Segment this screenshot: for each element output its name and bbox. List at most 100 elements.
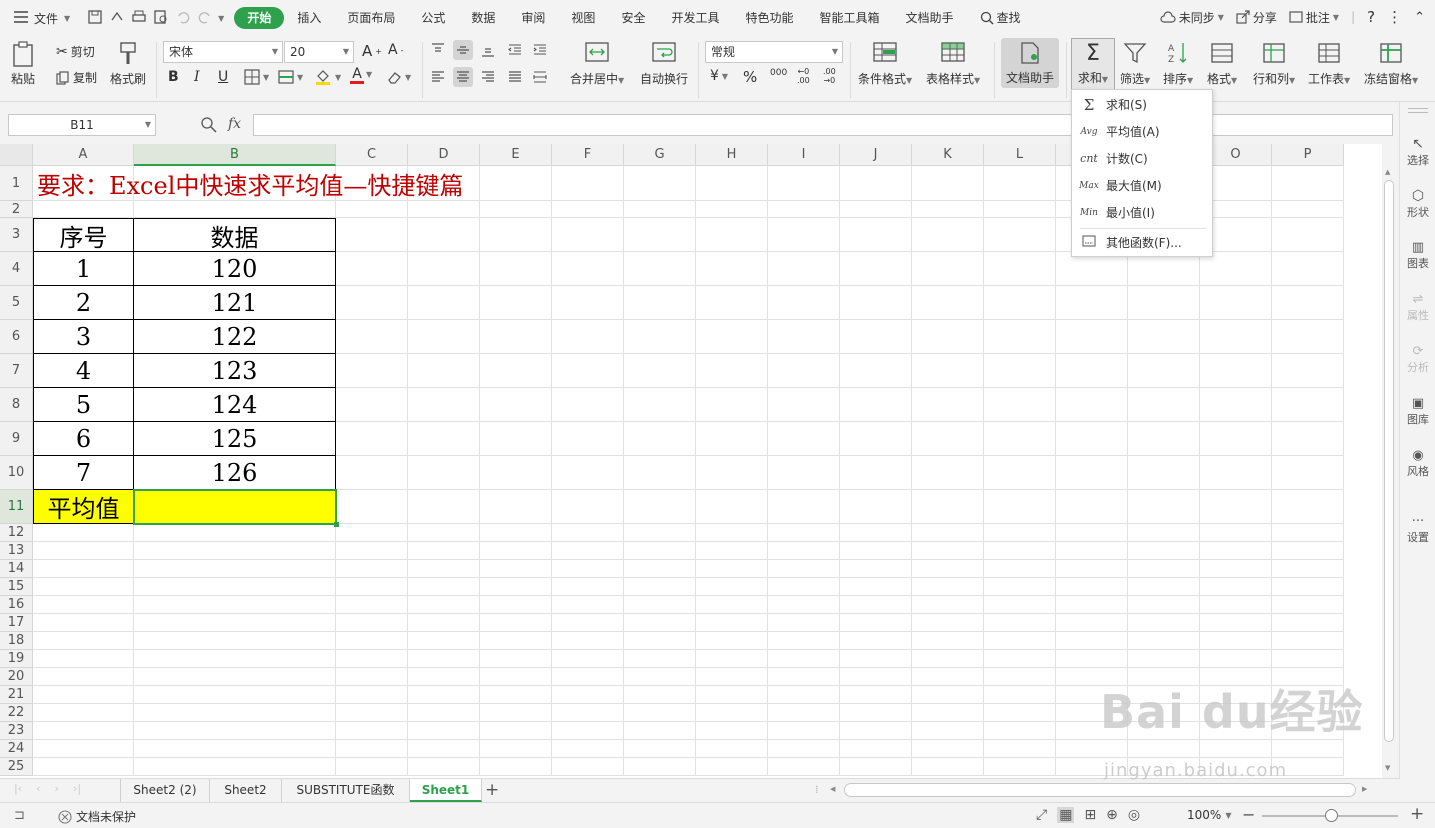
tab-features[interactable]: 特色功能 xyxy=(732,7,806,29)
sheet-tab-substitute[interactable]: SUBSTITUTE函数 xyxy=(282,779,410,802)
align-center-icon[interactable] xyxy=(453,67,473,87)
format-button[interactable]: 格式▼ xyxy=(1207,40,1237,87)
column-header-d[interactable]: D xyxy=(408,144,480,166)
merge-center-button[interactable]: 合并居中▼ xyxy=(570,40,624,87)
zoom-in-icon[interactable]: + xyxy=(1410,804,1424,824)
side-shape-button[interactable]: ⬡ 形状 xyxy=(1400,188,1435,220)
sync-button[interactable]: 未同步 ▼ xyxy=(1160,9,1224,26)
copy-button[interactable]: 复制 xyxy=(56,69,97,86)
first-sheet-icon[interactable]: |‹ xyxy=(14,782,22,795)
menu-item-average[interactable]: Avg 平均值(A) xyxy=(1072,118,1212,145)
row-header-10[interactable]: 10 xyxy=(0,456,33,490)
vertical-scroll-thumb[interactable] xyxy=(1384,180,1394,742)
column-header-k[interactable]: K xyxy=(912,144,984,166)
collapse-status-icon[interactable]: ⊐ xyxy=(14,808,25,823)
tab-review[interactable]: 审阅 xyxy=(508,7,558,29)
side-chart-button[interactable]: ▥ 图表 xyxy=(1400,240,1435,271)
fill-color-icon[interactable]: ▼ xyxy=(314,68,341,86)
row-header-23[interactable]: 23 xyxy=(0,722,33,740)
side-style-button[interactable]: ◉ 风格 xyxy=(1400,448,1435,479)
borders-icon[interactable]: ▼ xyxy=(244,69,269,85)
align-bottom-icon[interactable] xyxy=(480,42,496,58)
font-size-select[interactable]: 20 ▼ xyxy=(284,41,354,63)
row-header-8[interactable]: 8 xyxy=(0,388,33,422)
side-properties-button[interactable]: ⇌ 属性 xyxy=(1400,292,1435,323)
row-header-21[interactable]: 21 xyxy=(0,686,33,704)
zoom-select[interactable]: 100% ▼ xyxy=(1187,808,1231,822)
number-format-select[interactable]: 常规 ▼ xyxy=(705,41,843,63)
tab-splitter[interactable]: ⁞ xyxy=(815,783,819,796)
column-header-h[interactable]: H xyxy=(696,144,768,166)
scroll-left-icon[interactable]: ◀ xyxy=(830,785,835,793)
menu-item-max[interactable]: Max 最大值(M) xyxy=(1072,172,1212,199)
data-cell[interactable]: 126 xyxy=(134,456,336,490)
data-cell[interactable]: 124 xyxy=(134,388,336,422)
bold-icon[interactable]: B xyxy=(168,69,179,85)
column-header-f[interactable]: F xyxy=(552,144,624,166)
increase-decimal-icon[interactable]: ←0.00 xyxy=(797,67,810,85)
doc-assistant-button[interactable]: 文档助手 xyxy=(1001,38,1059,88)
row-header-22[interactable]: 22 xyxy=(0,704,33,722)
seq-cell[interactable]: 7 xyxy=(33,456,134,490)
conditional-format-button[interactable]: 条件格式▼ xyxy=(858,40,912,87)
menu-item-count[interactable]: cnt 计数(C) xyxy=(1072,145,1212,172)
distributed-align-icon[interactable] xyxy=(532,69,548,85)
data-cell[interactable]: 120 xyxy=(134,252,336,286)
save-icon[interactable] xyxy=(86,8,104,29)
row-header-12[interactable]: 12 xyxy=(0,524,33,542)
row-header-19[interactable]: 19 xyxy=(0,650,33,668)
header-cell-seq[interactable]: 序号 xyxy=(33,218,134,252)
decrease-indent-icon[interactable] xyxy=(507,42,523,58)
seq-cell[interactable]: 6 xyxy=(33,422,134,456)
tab-doc-assistant[interactable]: 文档助手 xyxy=(893,7,967,29)
column-header-p[interactable]: P xyxy=(1272,144,1344,166)
sheet-tab-sheet1[interactable]: Sheet1 xyxy=(410,779,482,802)
row-header-15[interactable]: 15 xyxy=(0,578,33,596)
fullscreen-icon[interactable]: ⤢ xyxy=(1036,807,1047,823)
row-header-24[interactable]: 24 xyxy=(0,740,33,758)
page-break-view-icon[interactable]: ⊞ xyxy=(1084,807,1096,823)
row-header-7[interactable]: 7 xyxy=(0,354,33,388)
sheet-tab-sheet2[interactable]: Sheet2 xyxy=(210,779,282,802)
select-all-corner[interactable] xyxy=(0,144,33,166)
column-header-j[interactable]: J xyxy=(840,144,912,166)
help-icon[interactable]: ? xyxy=(1367,8,1375,26)
zoom-slider-thumb[interactable] xyxy=(1325,809,1338,822)
row-col-button[interactable]: 行和列▼ xyxy=(1253,40,1295,87)
decrease-decimal-icon[interactable]: .00 →0 xyxy=(823,67,836,85)
undo-icon[interactable] xyxy=(174,8,192,29)
formula-input[interactable] xyxy=(253,114,1393,136)
tab-formulas[interactable]: 公式 xyxy=(408,7,458,29)
seq-cell[interactable]: 1 xyxy=(33,252,134,286)
row-header-17[interactable]: 17 xyxy=(0,614,33,632)
tab-developer[interactable]: 开发工具 xyxy=(658,7,732,29)
page-layout-view-icon[interactable]: ⊕ xyxy=(1106,807,1118,823)
wrap-text-button[interactable]: 自动换行 xyxy=(640,40,688,87)
average-label-cell[interactable]: 平均值 xyxy=(33,490,134,524)
annotate-button[interactable]: 批注 ▼ xyxy=(1289,9,1339,26)
redo-icon[interactable] xyxy=(196,8,214,29)
sort-button[interactable]: AZ 排序▼ xyxy=(1163,40,1193,87)
align-middle-icon[interactable] xyxy=(453,40,473,60)
column-header-e[interactable]: E xyxy=(480,144,552,166)
font-name-select[interactable]: 宋体 ▼ xyxy=(163,41,283,63)
percent-icon[interactable]: % xyxy=(743,68,757,86)
prev-sheet-icon[interactable]: ‹ xyxy=(36,782,40,795)
tab-smart-toolbox[interactable]: 智能工具箱 xyxy=(806,7,892,29)
row-header-2[interactable]: 2 xyxy=(0,201,33,218)
font-color-dropdown-icon[interactable]: ▼ xyxy=(366,70,372,79)
align-top-icon[interactable] xyxy=(430,42,446,58)
insert-function-icon[interactable]: fx xyxy=(228,116,241,134)
seq-cell[interactable]: 2 xyxy=(33,286,134,320)
column-header-c[interactable]: C xyxy=(336,144,408,166)
eye-protect-icon[interactable]: ◎ xyxy=(1128,807,1140,823)
justify-icon[interactable] xyxy=(507,69,523,85)
protect-status[interactable]: 文档未保护 xyxy=(58,808,136,825)
increase-indent-icon[interactable] xyxy=(532,42,548,58)
column-header-g[interactable]: G xyxy=(624,144,696,166)
cell-style-icon[interactable]: ▼ xyxy=(278,69,303,85)
seq-cell[interactable]: 3 xyxy=(33,320,134,354)
side-analysis-button[interactable]: ⟳ 分析 xyxy=(1400,344,1435,375)
row-header-16[interactable]: 16 xyxy=(0,596,33,614)
seq-cell[interactable]: 4 xyxy=(33,354,134,388)
